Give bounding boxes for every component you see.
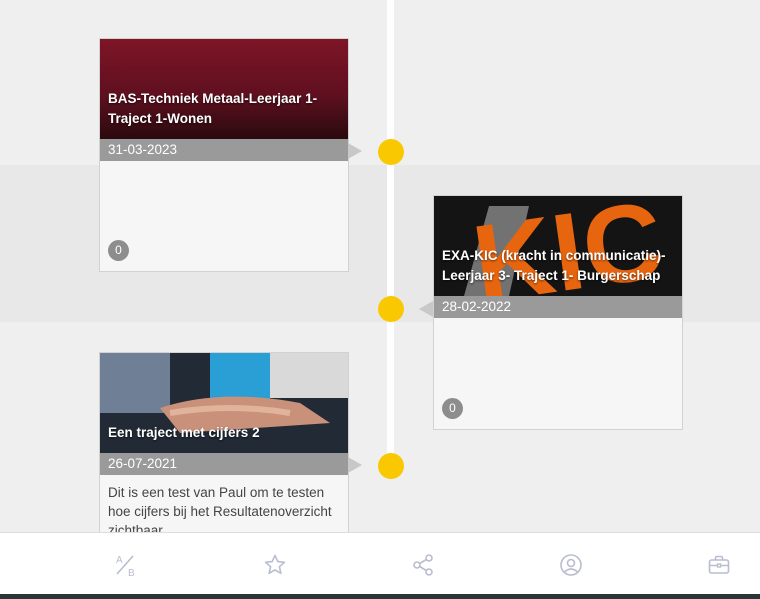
tab-profile[interactable]: [557, 551, 585, 579]
card-date: 26-07-2021: [100, 453, 348, 475]
tab-favorites[interactable]: [261, 551, 289, 579]
card-body: 0: [100, 161, 348, 271]
timeline-card-1[interactable]: BAS-Techniek Metaal-Leerjaar 1- Traject …: [99, 38, 349, 272]
tab-share[interactable]: [409, 551, 437, 579]
card-body: 0: [434, 318, 682, 429]
card-date: 31-03-2023: [100, 139, 348, 161]
card-title: Een traject met cijfers 2: [108, 425, 260, 440]
card-title: EXA-KIC (kracht in communicatie)- Leerja…: [442, 248, 666, 283]
timeline-card-3[interactable]: Een traject met cijfers 2 26-07-2021 Dit…: [99, 352, 349, 542]
briefcase-icon: [708, 555, 730, 574]
bottom-tab-bar: A B: [0, 532, 760, 594]
card-pointer: [419, 301, 433, 317]
tab-portfolio[interactable]: [705, 551, 733, 579]
count-badge: 0: [442, 398, 463, 419]
timeline-line: [387, 0, 394, 465]
bottom-edge-strip: [0, 594, 760, 599]
ab-icon-a: A: [116, 555, 123, 566]
card-image: KIC EXA-KIC (kracht in communicatie)- Le…: [434, 196, 682, 296]
share-icon: [413, 554, 433, 576]
card-date: 28-02-2022: [434, 296, 682, 318]
tab-ab[interactable]: A B: [112, 551, 140, 579]
ab-icon-b: B: [128, 568, 135, 578]
timeline-card-2[interactable]: KIC EXA-KIC (kracht in communicatie)- Le…: [433, 195, 683, 430]
count-badge: 0: [108, 240, 129, 261]
timeline-dot: [378, 139, 404, 165]
star-icon: [264, 554, 286, 575]
timeline-dot: [378, 296, 404, 322]
card-pointer: [348, 457, 362, 473]
timeline-dot: [378, 453, 404, 479]
card-pointer: [348, 143, 362, 159]
card-title: BAS-Techniek Metaal-Leerjaar 1- Traject …: [108, 91, 318, 126]
card-image: Een traject met cijfers 2: [100, 353, 348, 453]
card-image: BAS-Techniek Metaal-Leerjaar 1- Traject …: [100, 39, 348, 139]
ab-icon: A B: [116, 555, 135, 578]
user-circle-icon: [560, 554, 582, 576]
